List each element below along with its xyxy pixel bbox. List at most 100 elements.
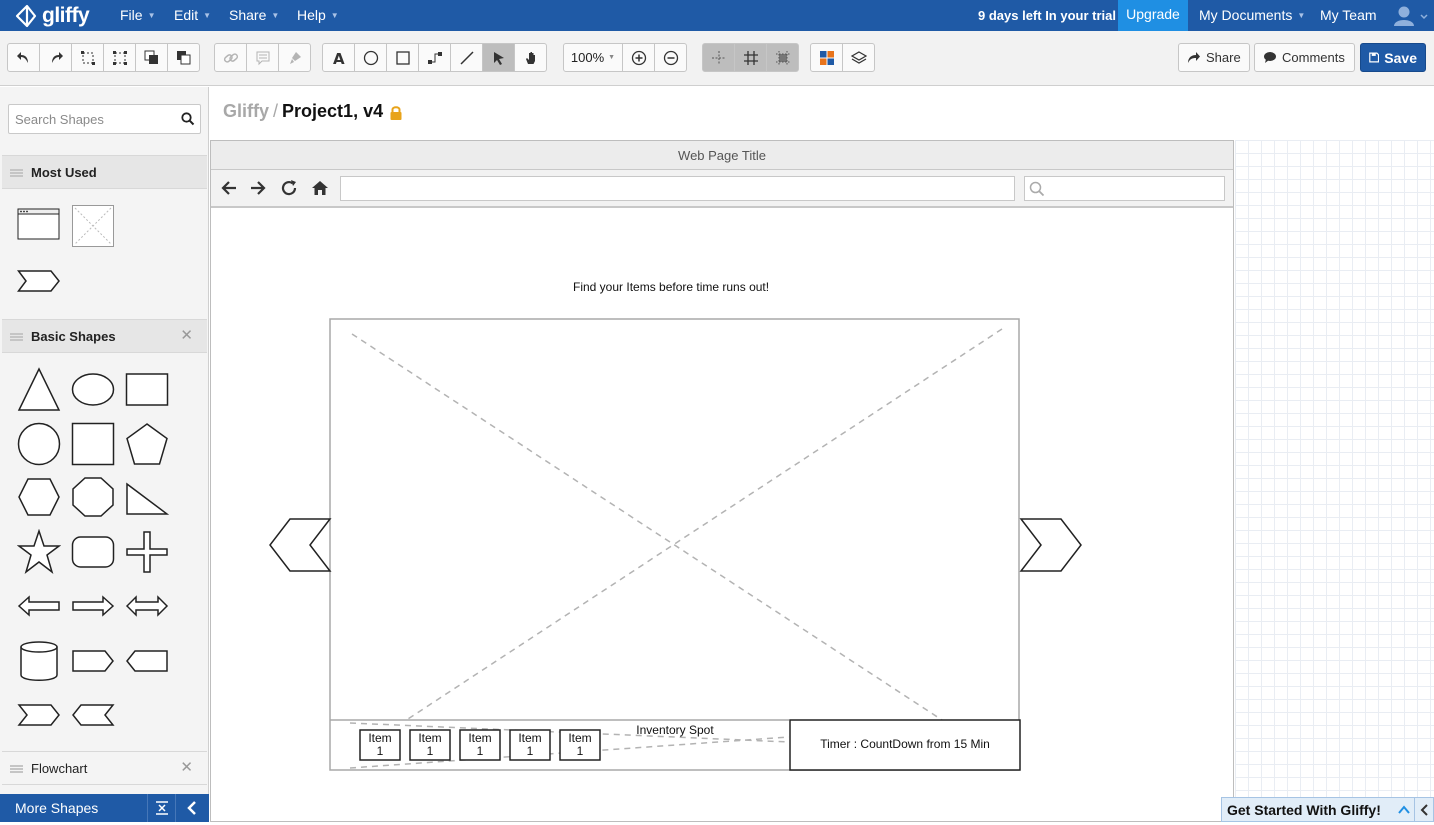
text-tool[interactable]: A xyxy=(322,43,355,72)
menu-help[interactable]: Help ▼ xyxy=(297,0,339,31)
save-button[interactable]: Save xyxy=(1360,43,1426,72)
connector-tool[interactable] xyxy=(418,43,451,72)
chevron-up-icon xyxy=(1398,805,1410,814)
rectangle-tool[interactable] xyxy=(386,43,419,72)
expand-get-started-button[interactable] xyxy=(1394,798,1414,822)
zoom-in-icon xyxy=(631,50,646,65)
triangle-shape[interactable] xyxy=(17,367,61,412)
my-team-link[interactable]: My Team xyxy=(1320,0,1377,31)
drag-handle-icon[interactable] xyxy=(10,765,23,773)
refresh-icon[interactable] xyxy=(280,179,298,197)
chevron-left-shape[interactable] xyxy=(71,703,115,727)
collapse-get-started-button[interactable] xyxy=(1414,798,1434,822)
star-shape[interactable] xyxy=(17,529,61,575)
format-painter-button[interactable] xyxy=(278,43,311,72)
line-tool[interactable] xyxy=(450,43,483,72)
octagon-shape[interactable] xyxy=(71,476,115,518)
menu-file[interactable]: File ▼ xyxy=(120,0,155,31)
url-field[interactable] xyxy=(340,176,1015,201)
item-label[interactable]: Item 1 xyxy=(561,732,599,758)
page-bounds-toggle[interactable] xyxy=(766,43,799,72)
lock-icon[interactable] xyxy=(389,105,403,121)
pentagon-shape[interactable] xyxy=(125,422,169,466)
cross-shape[interactable] xyxy=(125,530,169,574)
ellipse-tool[interactable] xyxy=(354,43,387,72)
layers-button[interactable] xyxy=(842,43,875,72)
section-flowchart[interactable]: Flowchart ✕ xyxy=(2,751,207,785)
browser-mockup[interactable]: Web Page Title xyxy=(210,140,1234,822)
upgrade-button[interactable]: Upgrade xyxy=(1118,0,1188,31)
right-triangle-shape[interactable] xyxy=(125,482,169,516)
item-label[interactable]: Item 1 xyxy=(511,732,549,758)
breadcrumb-root[interactable]: Gliffy xyxy=(223,101,269,121)
browser-search-field[interactable] xyxy=(1024,176,1225,201)
menu-edit[interactable]: Edit ▼ xyxy=(174,0,211,31)
chevron-shape[interactable] xyxy=(17,269,61,293)
get-started-panel[interactable]: Get Started With Gliffy! xyxy=(1221,797,1434,822)
rounded-rectangle-shape[interactable] xyxy=(71,535,115,569)
snap-guides-toggle[interactable] xyxy=(702,43,735,72)
home-icon[interactable] xyxy=(311,179,329,197)
browser-window-shape[interactable] xyxy=(17,207,61,241)
ellipse-shape[interactable] xyxy=(71,372,115,407)
mockup-headline[interactable]: Find your Items before time runs out! xyxy=(573,280,769,294)
close-icon[interactable]: ✕ xyxy=(180,752,193,784)
zoom-select[interactable]: 100% ▼ xyxy=(563,43,623,72)
gliffy-logo[interactable]: gliffy xyxy=(14,2,90,29)
chevron-right-shape[interactable] xyxy=(17,703,61,727)
rectangle-shape[interactable] xyxy=(125,372,169,407)
section-most-used[interactable]: Most Used xyxy=(2,155,207,189)
item-label[interactable]: Item 1 xyxy=(461,732,499,758)
redo-button[interactable] xyxy=(39,43,72,72)
comment-button[interactable] xyxy=(246,43,279,72)
ungroup-button[interactable] xyxy=(103,43,136,72)
hexagon-shape[interactable] xyxy=(17,477,61,517)
item-label[interactable]: Item 1 xyxy=(361,732,399,758)
search-icon[interactable] xyxy=(181,112,195,126)
ungroup-icon xyxy=(112,50,127,65)
search-shapes-input[interactable] xyxy=(8,104,201,134)
pentagon-right-shape[interactable] xyxy=(71,649,115,673)
web-page-title[interactable]: Web Page Title xyxy=(211,141,1233,170)
cylinder-shape[interactable] xyxy=(17,639,61,683)
link-button[interactable] xyxy=(214,43,247,72)
collapse-sidebar-button[interactable] xyxy=(175,794,209,822)
close-icon[interactable]: ✕ xyxy=(180,320,193,352)
undo-button[interactable] xyxy=(7,43,40,72)
square-shape[interactable] xyxy=(71,422,115,466)
pentagon-left-shape[interactable] xyxy=(125,649,169,673)
chevron-down-icon: ▼ xyxy=(147,11,156,20)
collapse-sections-button[interactable] xyxy=(147,794,175,822)
bring-front-button[interactable] xyxy=(135,43,168,72)
document-name[interactable]: Project1, v4 xyxy=(282,101,383,121)
timer-label[interactable]: Timer : CountDown from 15 Min xyxy=(792,738,1018,751)
zoom-out-button[interactable] xyxy=(654,43,687,72)
square-icon xyxy=(395,50,410,65)
left-arrow-shape[interactable] xyxy=(17,594,61,618)
inventory-spot-label[interactable]: Inventory Spot xyxy=(630,724,720,737)
circle-shape[interactable] xyxy=(17,422,61,466)
more-shapes-bar[interactable]: More Shapes xyxy=(0,794,209,822)
double-arrow-shape[interactable] xyxy=(125,594,169,618)
canvas[interactable]: Gliffy / Project1, v4 Web Page Title Find … xyxy=(210,87,1434,822)
grid-toggle[interactable] xyxy=(734,43,767,72)
pan-tool[interactable] xyxy=(514,43,547,72)
pointer-tool[interactable] xyxy=(482,43,515,72)
drag-handle-icon[interactable] xyxy=(10,333,23,341)
drag-handle-icon[interactable] xyxy=(10,169,23,177)
comments-button[interactable]: Comments xyxy=(1254,43,1355,72)
forward-arrow-icon[interactable] xyxy=(249,179,267,197)
section-basic-shapes[interactable]: Basic Shapes ✕ xyxy=(2,319,207,353)
zoom-in-button[interactable] xyxy=(622,43,655,72)
select-group-button[interactable] xyxy=(71,43,104,72)
user-avatar[interactable] xyxy=(1393,5,1429,30)
menu-share[interactable]: Share ▼ xyxy=(229,0,279,31)
image-placeholder-shape[interactable] xyxy=(71,204,115,248)
right-arrow-shape[interactable] xyxy=(71,594,115,618)
item-label[interactable]: Item 1 xyxy=(411,732,449,758)
send-back-button[interactable] xyxy=(167,43,200,72)
share-button[interactable]: Share xyxy=(1178,43,1250,72)
my-documents-menu[interactable]: My Documents ▼ xyxy=(1199,0,1305,31)
themes-button[interactable] xyxy=(810,43,843,72)
back-arrow-icon[interactable] xyxy=(220,179,238,197)
